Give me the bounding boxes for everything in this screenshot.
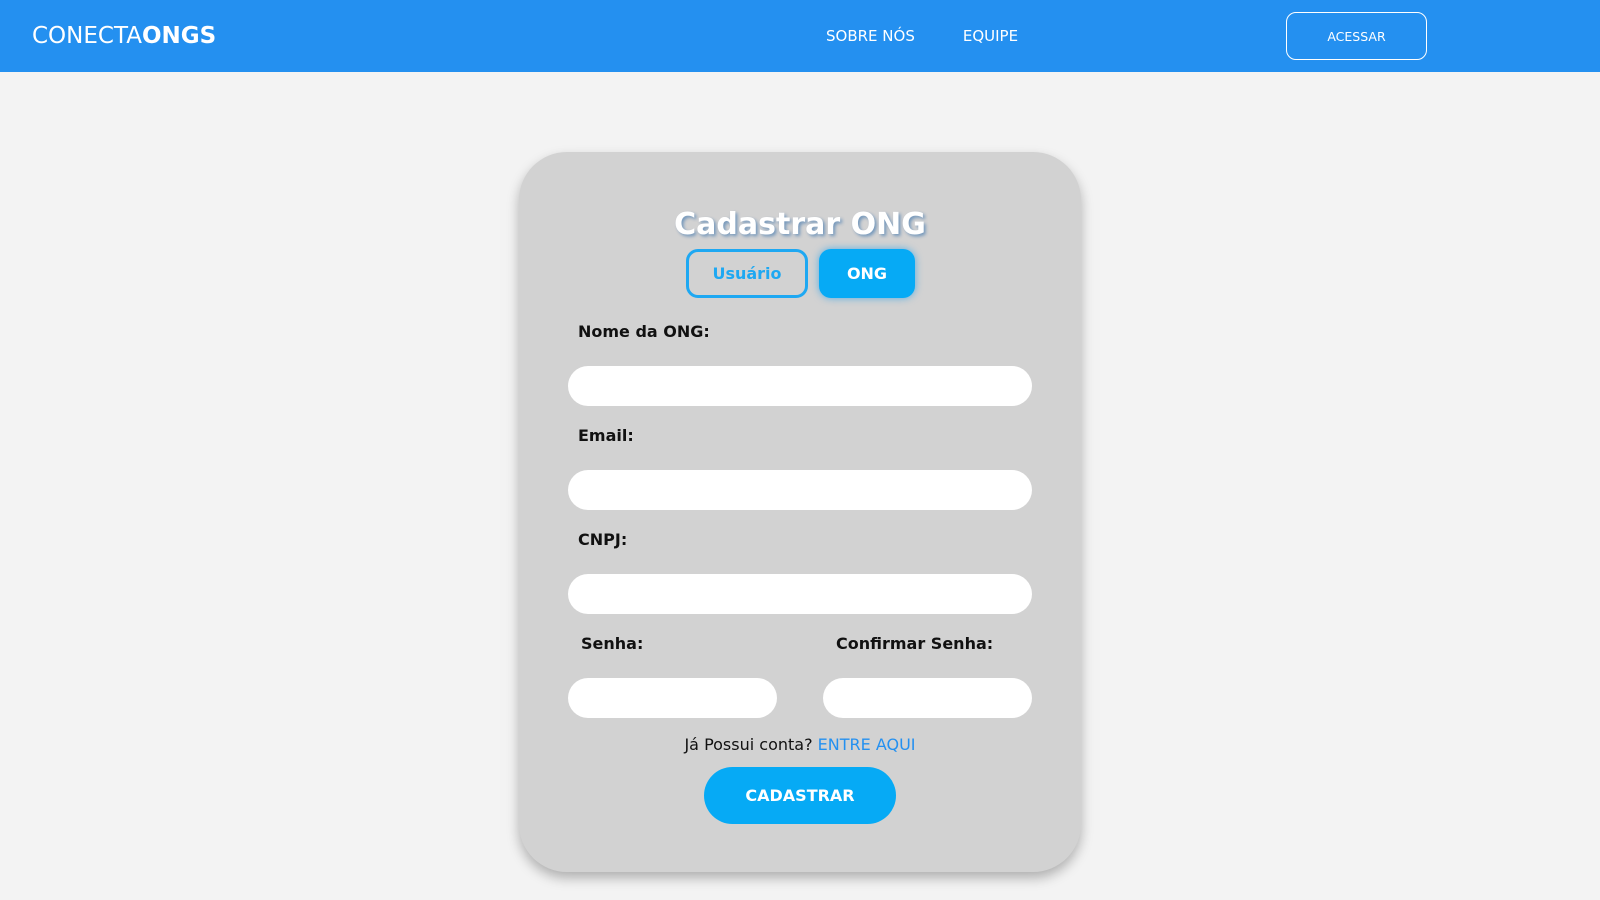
email-label: Email: bbox=[578, 426, 634, 445]
confirm-password-label: Confirmar Senha: bbox=[836, 634, 994, 653]
register-submit-button[interactable]: CADASTRAR bbox=[704, 767, 896, 824]
toggle-ong-button[interactable]: ONG bbox=[819, 249, 915, 298]
nav-links: SOBRE NÓS EQUIPE bbox=[826, 27, 1018, 45]
register-card: Cadastrar ONG Usuário ONG Nome da ONG: E… bbox=[519, 152, 1081, 872]
cnpj-input[interactable] bbox=[568, 574, 1032, 614]
nav-link-sobre-nos[interactable]: SOBRE NÓS bbox=[826, 27, 915, 45]
cnpj-label: CNPJ: bbox=[578, 530, 628, 549]
brand-text-light: CONECTA bbox=[32, 23, 142, 49]
access-button[interactable]: ACESSAR bbox=[1286, 12, 1427, 60]
confirm-password-input[interactable] bbox=[823, 678, 1032, 718]
login-link[interactable]: ENTRE AQUI bbox=[818, 735, 916, 754]
email-input[interactable] bbox=[568, 470, 1032, 510]
login-prompt-text: Já Possui conta? bbox=[684, 735, 813, 754]
ong-name-input[interactable] bbox=[568, 366, 1032, 406]
brand-text-bold: ONGS bbox=[141, 23, 217, 49]
form-title: Cadastrar ONG bbox=[674, 207, 926, 242]
brand-logo[interactable]: CONECTAONGS bbox=[32, 22, 216, 50]
ong-name-label: Nome da ONG: bbox=[578, 322, 710, 341]
top-navbar: CONECTAONGS SOBRE NÓS EQUIPE ACESSAR bbox=[0, 0, 1600, 72]
password-input[interactable] bbox=[568, 678, 777, 718]
login-prompt: Já Possui conta? ENTRE AQUI bbox=[519, 735, 1081, 755]
password-label: Senha: bbox=[581, 634, 644, 653]
toggle-usuario-button[interactable]: Usuário bbox=[686, 249, 808, 298]
nav-link-equipe[interactable]: EQUIPE bbox=[963, 27, 1018, 45]
